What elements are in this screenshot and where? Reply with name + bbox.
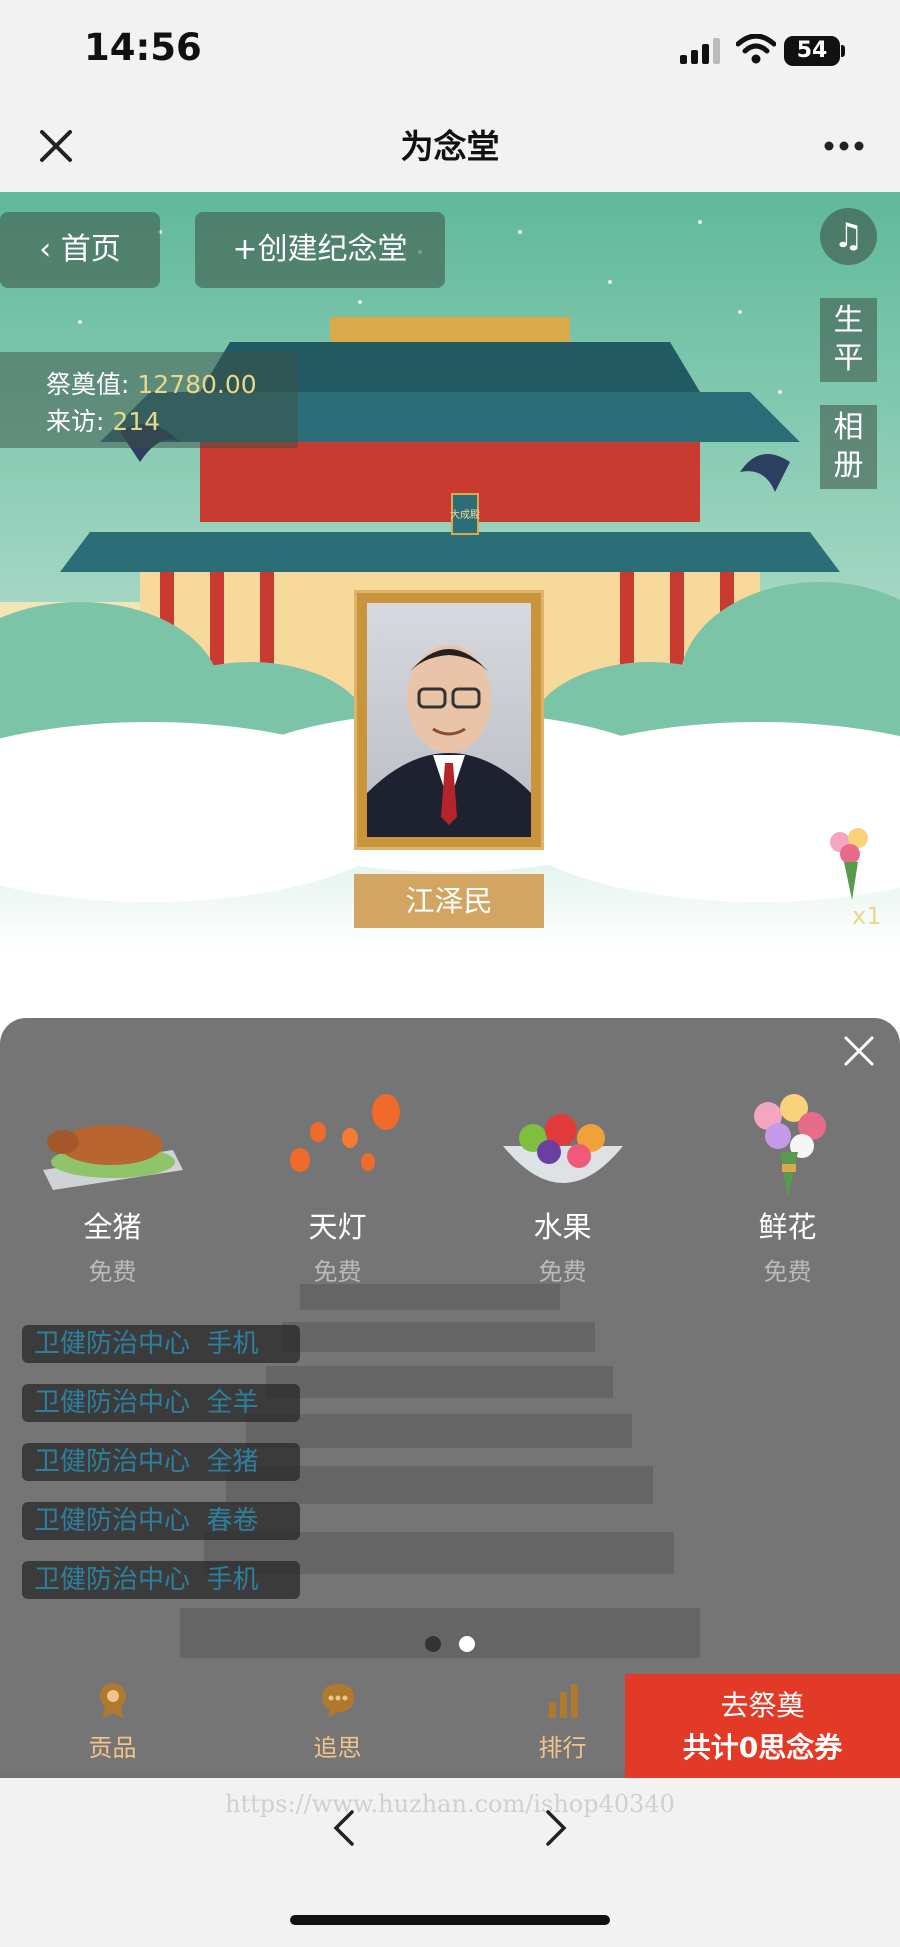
battery-tip	[841, 45, 845, 57]
tab-album-label: 相册	[833, 410, 864, 483]
bouquet-icon	[753, 1094, 826, 1198]
home-button[interactable]: ‹ 首页	[0, 212, 160, 288]
visits-value: 214	[112, 407, 161, 436]
gift-sky-lantern[interactable]: 天灯 免费	[225, 1090, 450, 1287]
plus-icon: +	[232, 232, 258, 267]
offering-count: x1	[852, 902, 882, 930]
music-icon[interactable]: ♫	[820, 208, 877, 265]
gift-price: 免费	[763, 1258, 812, 1286]
stair-step	[180, 1608, 700, 1658]
tab-remembrance[interactable]: 追思	[225, 1680, 450, 1763]
create-button-label: 创建纪念堂	[257, 232, 408, 267]
gift-label: 鲜花	[758, 1210, 817, 1244]
panel-close-icon[interactable]	[842, 1034, 876, 1068]
offering-value: 12780.00	[137, 370, 257, 399]
more-icon[interactable]	[824, 140, 864, 152]
stair-step	[300, 1284, 560, 1310]
ticker-from: 卫健防治中心	[34, 1329, 191, 1359]
sky-lantern-icon	[289, 1094, 400, 1172]
gift-flowers[interactable]: 鲜花 免费	[675, 1090, 900, 1287]
portrait-frame	[354, 590, 544, 850]
ticker-item: 卫健防治中心 手机	[22, 1561, 300, 1599]
visits-stat: 来访: 214	[46, 402, 160, 438]
gift-fruit[interactable]: 水果 免费	[450, 1090, 675, 1287]
temple-plaque: 大成殿	[450, 508, 480, 521]
cta-line-1: 去祭奠	[720, 1689, 805, 1722]
gift-price: 免费	[88, 1258, 137, 1286]
ticker-item: 卫健防治中心 全猪	[22, 1443, 300, 1481]
create-memorial-button[interactable]: +创建纪念堂	[195, 212, 445, 288]
cta-line-2: 共计0思念券	[682, 1731, 843, 1764]
pager-dot[interactable]	[425, 1636, 441, 1652]
chevron-left-icon: ‹	[39, 232, 52, 267]
status-time: 14:56	[84, 26, 202, 69]
visits-label: 来访:	[46, 407, 105, 436]
back-arrow-icon[interactable]	[328, 1808, 358, 1848]
tab-album[interactable]: 相册	[820, 405, 877, 489]
stair-step	[246, 1414, 632, 1448]
page-title: 为念堂	[400, 127, 500, 166]
gift-price: 免费	[538, 1258, 587, 1286]
tab-offerings[interactable]: 贡品	[0, 1680, 225, 1763]
ticker-item-name: 手机	[206, 1565, 259, 1595]
url-watermark: https://www.huzhan.com/ishop40340	[225, 1790, 675, 1818]
go-offer-button[interactable]: 去祭奠 共计0思念券	[625, 1674, 900, 1778]
ticker-from: 卫健防治中心	[34, 1506, 191, 1536]
pager-dot-active[interactable]	[459, 1636, 475, 1652]
home-button-label: 首页	[60, 232, 121, 267]
portrait-photo	[367, 603, 531, 837]
ticker-from: 卫健防治中心	[34, 1565, 191, 1595]
tab-biography[interactable]: 生平	[820, 298, 877, 382]
ticker-item-name: 春卷	[206, 1506, 259, 1536]
gift-label: 全猪	[83, 1210, 142, 1244]
stair-step	[266, 1366, 613, 1398]
ticker-item: 卫健防治中心 手机	[22, 1325, 300, 1363]
wifi-icon	[736, 34, 776, 64]
battery-indicator: 54	[784, 36, 840, 66]
gift-label: 水果	[533, 1210, 592, 1244]
ticker-item-name: 全羊	[206, 1388, 259, 1418]
tab-biography-label: 生平	[833, 303, 864, 376]
tab-label: 追思	[313, 1734, 362, 1762]
home-indicator	[290, 1915, 610, 1925]
roast-pig-icon	[42, 1125, 183, 1190]
ticker-from: 卫健防治中心	[34, 1388, 191, 1418]
ticker-item: 卫健防治中心 全羊	[22, 1384, 300, 1422]
cellular-signal-icon	[680, 38, 720, 64]
forward-arrow-icon[interactable]	[542, 1808, 572, 1848]
bar-chart-icon	[548, 1684, 578, 1718]
gift-price: 免费	[313, 1258, 362, 1286]
ticker-item: 卫健防治中心 春卷	[22, 1502, 300, 1540]
name-plate: 江泽民	[354, 874, 544, 928]
chat-bubble-icon	[321, 1684, 354, 1718]
offering-label: 祭奠值:	[46, 370, 130, 399]
ticker-item-name: 手机	[206, 1329, 259, 1359]
gift-roast-pig[interactable]: 全猪 免费	[0, 1090, 225, 1287]
tab-label: 贡品	[88, 1734, 137, 1762]
award-icon	[99, 1683, 126, 1718]
ticker-from: 卫健防治中心	[34, 1447, 191, 1477]
bouquet-offering	[820, 822, 900, 902]
ticker-item-name: 全猪	[206, 1447, 259, 1477]
stair-step	[282, 1322, 595, 1352]
offering-stat: 祭奠值: 12780.00	[46, 365, 257, 401]
fruit-bowl-icon	[502, 1114, 623, 1183]
gift-label: 天灯	[308, 1210, 367, 1244]
